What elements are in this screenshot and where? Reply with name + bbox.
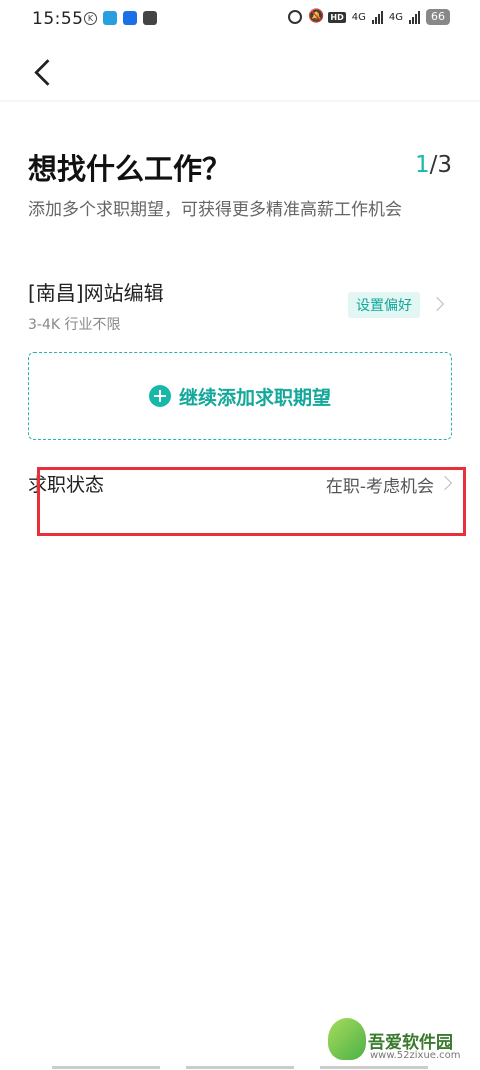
signal-4g-icon [409,10,420,24]
set-preference-button[interactable]: 设置偏好 [348,292,420,318]
page-title: 想找什么工作？ [28,152,232,186]
network-type-label: 4G [351,11,366,23]
battery-indicator: 66 [426,9,450,25]
step-indicator: 1/3 [415,152,452,178]
k-icon: K [84,11,97,25]
add-expectation-button[interactable]: 继续添加求职期望 [28,352,452,440]
hd-icon: HD [328,11,346,23]
notification-icons: K [84,11,157,25]
status-time: 15:55 [32,9,84,29]
job-expectation-item[interactable]: [南昌]网站编辑 3-4K 行业不限 设置偏好 [28,272,454,336]
job-expectation-title: [南昌]网站编辑 [28,281,164,305]
network-type-label-2: 4G [388,11,403,23]
step-current: 1 [414,152,430,178]
signal-4g-icon [371,10,383,24]
gesture-bar-center[interactable] [186,1066,294,1069]
message-icon [143,11,157,25]
job-expectation-meta: 3-4K 行业不限 [28,317,121,333]
highlight-annotation-box [37,467,466,536]
system-icons: 🔕 HD 4G 4G 66 [288,9,450,25]
step-total: /3 [429,152,452,178]
zhihu-icon [123,11,137,25]
telegram-icon [103,11,117,25]
plus-circle-icon [148,385,171,407]
gesture-bar-right [320,1066,428,1069]
watermark-logo-icon [328,1018,366,1060]
watermark: 吾爱软件园 www.52zixue.com [328,1018,468,1064]
status-bar: 15:55 K 🔕 HD 4G 4G 66 [0,0,480,38]
alarm-icon [288,10,303,24]
chevron-right-icon [429,296,445,312]
mute-icon: 🔕 [308,9,325,24]
watermark-url: www.52zixue.com [370,1050,461,1061]
add-expectation-label: 继续添加求职期望 [178,386,331,409]
header-divider [0,100,480,102]
gesture-bar-left [52,1066,160,1069]
page-subtitle: 添加多个求职期望，可获得更多精准高薪工作机会 [28,200,402,220]
back-arrow-icon[interactable] [26,54,66,94]
